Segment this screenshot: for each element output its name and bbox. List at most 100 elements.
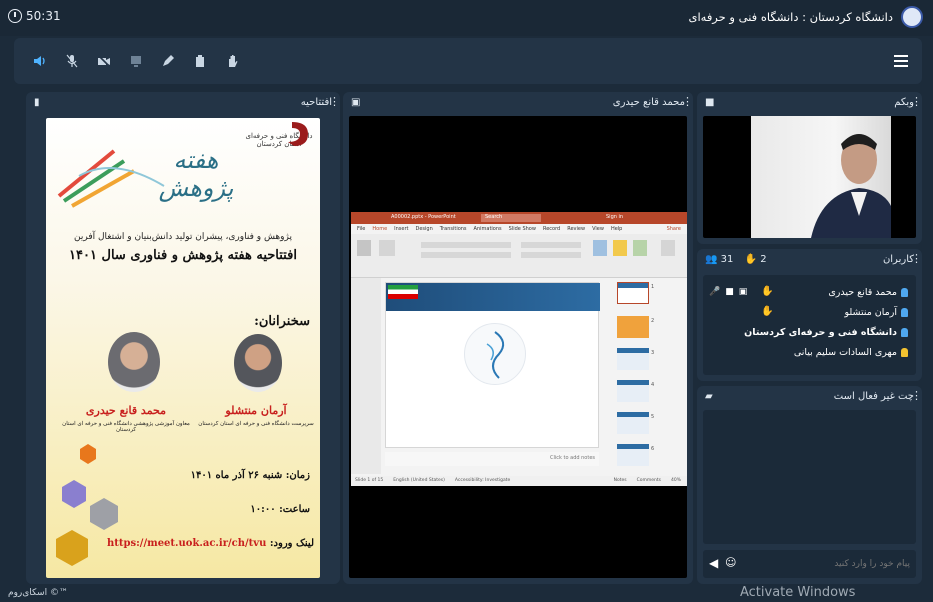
hand-count-icon: ✋ [744,254,758,265]
speakers-label: سخنرانان: [254,314,310,329]
join-link[interactable]: https://meet.uok.ac.ir/ch/tvu [107,538,266,549]
activate-windows-watermark: Activate Windows [740,585,856,600]
session-timer: 50:31 [8,9,61,23]
presentation-panel-header: افتتاحیه ▮ ⋮ [26,92,340,114]
send-icon[interactable]: ◀ [709,556,718,570]
user-icon [901,328,908,337]
speaker-photo [234,334,282,392]
emoji-icon[interactable]: ☺ [725,556,736,569]
chat-messages [703,410,916,544]
speaker-button[interactable] [28,50,52,72]
powerpoint-window: A00002.pptx - PowerPoint Search Sign in … [351,212,687,486]
kebab-menu-icon[interactable]: ⋮ [911,389,922,402]
link-row: لینک ورود: https://meet.uok.ac.ir/ch/tvu [106,538,314,549]
slide-heading: افتتاحیه هفته پژوهش و فناوری سال ۱۴۰۱ [69,248,297,263]
raise-hand-button[interactable] [220,50,244,72]
ppt-ribbon [351,234,687,278]
chat-bubble-icon: ▰ [705,391,713,402]
slide-header-band [386,283,600,311]
presentation-slide: هفته پژوهش دانشگاه فنی و حرفه‌ای استان ک… [46,118,320,578]
user-item[interactable]: دانشگاه فنی و حرفه‌ای کردستان [744,327,908,338]
video-camera-icon: ■ [705,97,715,108]
speaker2-role: معاون آموزشی پژوهشی دانشگاه فنی و حرفه ا… [62,421,190,433]
speaker-icon [34,56,45,66]
time-row: ساعت: ۱۰:۰۰ [250,504,310,515]
pen-button[interactable] [156,50,180,72]
ppt-notes[interactable]: Click to add notes [385,452,599,466]
speaker2-name: محمد قانع حیدری [85,404,167,417]
users-panel: کاربران ⋮ 👥 31 ✋ 2 محمد قانع حیدری 🎤 ■ ▣ ✋… [697,249,922,381]
users-list: محمد قانع حیدری 🎤 ■ ▣ ✋ آرمان منتشلو ✋ دان… [703,275,916,375]
slide-thumbnail[interactable] [617,380,649,402]
flag-icon [388,285,418,299]
ppt-left-pane [351,278,381,474]
file-icon: ▮ [34,97,40,108]
kebab-menu-icon[interactable]: ⋮ [911,252,922,265]
user-icon [901,348,908,357]
mic-off-icon [66,54,78,68]
camera-icon: ■ [725,287,734,297]
ribbon-icons [357,240,675,258]
slide-thumbnail[interactable] [617,348,649,370]
speaker1-name: آرمان منتشلو [225,404,287,417]
ppt-ribbon-tabs: File Home Insert Design Transitions Anim… [351,224,687,234]
slide-thumbnail[interactable] [617,444,649,466]
raise-hand-icon [229,55,238,67]
kebab-menu-icon[interactable]: ⋮ [911,95,922,108]
university-logo [901,6,923,28]
ppt-search[interactable]: Search [481,214,541,222]
speaker1-role: سرپرست دانشگاه فنی و حرفه ای استان کردست… [198,421,314,427]
shared-screen: A00002.pptx - PowerPoint Search Sign in … [349,116,687,578]
chat-panel: چت غیر فعال است ▰ ⋮ ◀ ☺ [697,386,922,584]
speaker-photo [108,332,160,392]
chat-header: چت غیر فعال است ▰ ⋮ [697,386,922,408]
clipboard-icon [196,55,204,67]
participants-count: 👥 31 ✋ 2 [705,254,767,265]
slide-thumbnail[interactable] [617,316,649,338]
chat-input[interactable] [762,554,912,574]
mic-button[interactable] [60,50,84,72]
ppt-slide-canvas [385,282,600,448]
users-header: کاربران ⋮ 👥 31 ✋ 2 [697,249,922,271]
room-title: دانشگاه کردستان : دانشگاه فنی و حرفه‌ای [688,10,893,24]
screen-share-panel: محمد قانع حیدری ▣ ⋮ A00002.pptx - PowerP… [343,92,693,584]
date-row: زمان: شنبه ۲۶ آذر ماه ۱۴۰۱ [190,470,310,481]
raise-hand-icon: ✋ [761,286,774,297]
user-status-icons: 🎤 ■ ▣ [709,287,747,297]
chat-input-bar: ◀ ☺ [703,550,916,578]
ppt-titlebar: A00002.pptx - PowerPoint Search Sign in [351,212,687,224]
toolbar [14,38,922,84]
kebab-menu-icon[interactable]: ⋮ [329,95,340,108]
slide-subtitle: پژوهش و فناوری، پیشران تولید دانش‌بنیان … [74,232,292,242]
slide-thumbnail[interactable] [617,412,649,434]
ppt-statusbar: Slide 1 of 15 English (United States) Ac… [351,476,687,486]
hamburger-menu-button[interactable] [890,50,912,72]
calligraphy-emblem [464,323,526,385]
camera-button[interactable] [92,50,116,72]
clock-icon [8,9,22,23]
users-icon: 👥 [705,254,718,265]
screen-share-button[interactable] [124,50,148,72]
date-value: شنبه ۲۶ آذر ماه ۱۴۰۱ [190,470,283,481]
webcam-header: وبکم ■ ⋮ [697,92,922,114]
camera-off-icon [97,54,111,68]
user-item[interactable]: محمد قانع حیدری [828,287,908,298]
screen-icon: ▣ [351,97,361,108]
slide-thumbnail[interactable] [617,282,649,304]
clipboard-button[interactable] [188,50,212,72]
panel-title: چت غیر فعال است [833,391,914,402]
org-logo-icon [288,122,308,146]
decorative-hexagons [56,444,118,566]
time-value: ۱۰:۰۰ [250,504,276,515]
kebab-menu-icon[interactable]: ⋮ [682,95,693,108]
ppt-thumbnails: 1 2 3 4 5 6 [613,282,654,478]
screen-icon: ▣ [738,287,748,297]
brand-label: اسکای‌روم ©™ [8,588,68,598]
banner-title: هفته پژوهش [158,146,234,202]
menu-icon [894,55,908,67]
panel-title: محمد قانع حیدری [612,97,685,108]
user-item[interactable]: آرمان منتشلو [844,307,908,318]
pen-icon [163,55,174,66]
person-silhouette [811,134,891,238]
user-item[interactable]: مهری السادات سلیم بیانی [794,347,908,358]
